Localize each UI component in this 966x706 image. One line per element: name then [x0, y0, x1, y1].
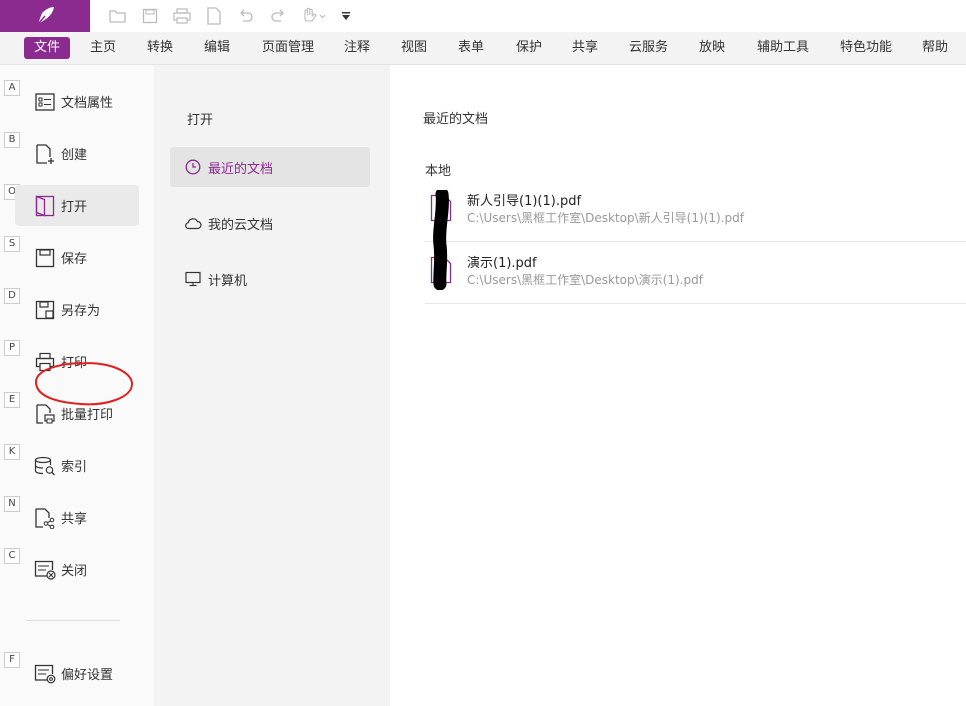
tab-protect[interactable]: 保护 — [516, 37, 542, 59]
red-circle-annotation — [33, 358, 137, 410]
option-recent-documents[interactable]: 最近的文档 — [170, 147, 370, 187]
tab-page-management[interactable]: 页面管理 — [262, 37, 314, 59]
pen-logo-icon — [33, 4, 57, 28]
option-label: 计算机 — [208, 270, 247, 289]
tab-file[interactable]: 文件 — [24, 37, 70, 59]
properties-icon — [34, 91, 56, 113]
tab-help[interactable]: 帮助 — [922, 37, 948, 59]
save-icon[interactable] — [140, 6, 160, 26]
recent-file-row[interactable]: 新人引导(1)(1).pdf C:\Users\黑框工作室\Desktop\新人… — [425, 180, 966, 242]
quick-access-toolbar — [0, 0, 966, 32]
option-my-cloud-documents[interactable]: 我的云文档 — [170, 203, 370, 243]
tab-edit[interactable]: 编辑 — [204, 37, 230, 59]
menu-item-share[interactable]: 共享 — [15, 497, 139, 538]
undo-icon[interactable] — [236, 6, 256, 26]
menu-divider — [26, 620, 120, 621]
option-label: 最近的文档 — [208, 158, 273, 177]
redo-icon[interactable] — [268, 6, 288, 26]
computer-icon — [184, 270, 202, 288]
menu-item-index[interactable]: 索引 — [15, 445, 139, 486]
tab-share[interactable]: 共享 — [572, 37, 598, 59]
tab-form[interactable]: 表单 — [458, 37, 484, 59]
panel-title: 打开 — [187, 109, 213, 128]
tab-present[interactable]: 放映 — [699, 37, 725, 59]
recent-documents-area: 最近的文档 本地 新人引导(1)(1).pdf C:\Users\黑框工作室\D… — [390, 65, 966, 706]
new-file-icon[interactable] — [204, 6, 224, 26]
ribbon-tab-bar: 文件 主页 转换 编辑 页面管理 注释 视图 表单 保护 共享 云服务 放映 辅… — [0, 32, 966, 65]
customize-icon[interactable] — [340, 6, 352, 26]
clock-icon — [184, 158, 202, 176]
recent-file-row[interactable]: 演示(1).pdf C:\Users\黑框工作室\Desktop\演示(1).p… — [425, 242, 966, 304]
local-section-title: 本地 — [425, 160, 451, 179]
open-folder-icon[interactable] — [108, 6, 128, 26]
menu-item-label: 另存为 — [61, 300, 100, 319]
preferences-icon — [34, 663, 56, 685]
menu-item-save-as[interactable]: 另存为 — [15, 289, 139, 330]
save-icon — [34, 247, 56, 269]
menu-item-close[interactable]: 关闭 — [15, 549, 139, 590]
menu-item-label: 创建 — [61, 144, 87, 163]
black-marker-annotation — [430, 190, 454, 290]
menu-item-label: 打开 — [61, 196, 87, 215]
share-icon — [34, 507, 56, 529]
menu-item-preferences[interactable]: 偏好设置 — [15, 653, 139, 694]
menu-item-label: 保存 — [61, 248, 87, 267]
app-logo[interactable] — [0, 0, 90, 32]
option-computer[interactable]: 计算机 — [170, 259, 370, 299]
file-path: C:\Users\黑框工作室\Desktop\演示(1).pdf — [467, 271, 703, 288]
tab-convert[interactable]: 转换 — [147, 37, 173, 59]
index-icon — [34, 455, 56, 477]
menu-item-label: 关闭 — [61, 560, 87, 579]
file-name: 演示(1).pdf — [467, 252, 537, 271]
menu-item-label: 文档属性 — [61, 92, 113, 111]
open-options-panel: 打开 最近的文档 我的云文档 计算机 — [154, 65, 390, 706]
create-icon — [34, 143, 56, 165]
tab-cloud-service[interactable]: 云服务 — [629, 37, 668, 59]
cloud-icon — [184, 214, 202, 232]
print-icon[interactable] — [172, 6, 192, 26]
hand-tool-icon[interactable] — [300, 6, 328, 26]
option-label: 我的云文档 — [208, 214, 273, 233]
tab-comment[interactable]: 注释 — [344, 37, 370, 59]
tab-accessibility-tools[interactable]: 辅助工具 — [757, 37, 809, 59]
file-path: C:\Users\黑框工作室\Desktop\新人引导(1)(1).pdf — [467, 209, 744, 226]
tab-special-features[interactable]: 特色功能 — [840, 37, 892, 59]
tab-home[interactable]: 主页 — [90, 37, 116, 59]
menu-item-save[interactable]: 保存 — [15, 237, 139, 278]
menu-item-label: 索引 — [61, 456, 87, 475]
menu-item-document-properties[interactable]: 文档属性 — [15, 81, 139, 122]
menu-item-label: 偏好设置 — [61, 664, 113, 683]
open-icon — [34, 195, 56, 217]
save-as-icon — [34, 299, 56, 321]
recent-title: 最近的文档 — [423, 108, 488, 127]
menu-item-label: 共享 — [61, 508, 87, 527]
file-menu-sidebar: A 文档属性 B 创建 O 打开 S 保存 D 另存为 P — [0, 65, 154, 706]
menu-item-create[interactable]: 创建 — [15, 133, 139, 174]
menu-item-open[interactable]: 打开 — [15, 185, 139, 226]
close-file-icon — [34, 559, 56, 581]
tab-view[interactable]: 视图 — [401, 37, 427, 59]
file-name: 新人引导(1)(1).pdf — [467, 190, 581, 209]
